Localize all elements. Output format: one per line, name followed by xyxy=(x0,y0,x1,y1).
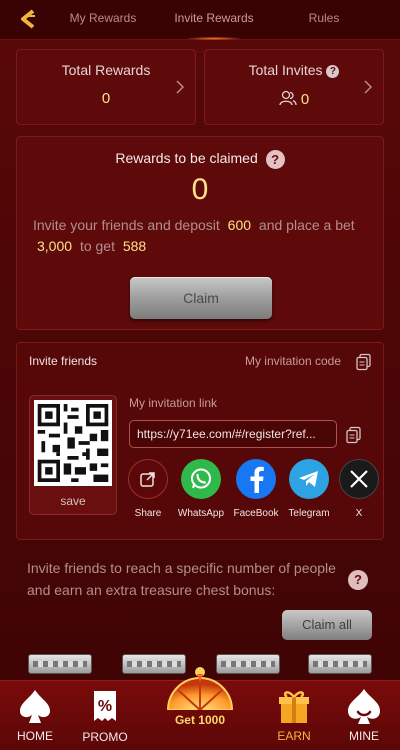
help-icon[interactable]: ? xyxy=(265,150,285,169)
deposit-amount: 600 xyxy=(227,217,252,233)
help-icon[interactable]: ? xyxy=(326,64,340,78)
whatsapp-icon xyxy=(181,459,221,499)
bet-amount: 3,000 xyxy=(37,238,73,254)
total-rewards-card[interactable]: Total Rewards 0 xyxy=(16,49,196,125)
claim-all-button[interactable]: Claim all xyxy=(282,610,372,640)
whatsapp-label: WhatsApp xyxy=(177,508,225,519)
home-spade-icon xyxy=(20,690,50,723)
share-label: Share xyxy=(134,508,162,519)
claim-title-row: Rewards to be claimed ? xyxy=(17,150,383,169)
invite-friends-heading: Invite friends xyxy=(29,354,98,368)
total-invites-title: Total Invites xyxy=(248,62,323,78)
desc-text: and place a bet xyxy=(258,217,355,233)
get-1000-label: Get 1000 xyxy=(174,713,226,727)
total-rewards-value: 0 xyxy=(101,90,111,107)
nav-label: PROMO xyxy=(82,730,128,744)
nav-get-1000[interactable]: Get 1000 xyxy=(152,664,248,750)
x-label: X xyxy=(355,508,363,519)
desc-text: Invite your friends and deposit xyxy=(33,217,220,233)
nav-label: HOME xyxy=(17,729,53,743)
qr-code-box[interactable]: save xyxy=(29,395,117,515)
treasure-chest-icon[interactable] xyxy=(308,654,372,674)
telegram-button[interactable]: Telegram xyxy=(283,459,335,519)
tab-invite-rewards[interactable]: Invite Rewards xyxy=(158,0,270,40)
total-invites-card[interactable]: Total Invites ? 0 xyxy=(204,49,384,125)
total-rewards-title: Total Rewards xyxy=(61,62,151,78)
tab-label: Rules xyxy=(308,11,340,25)
bonus-description: Invite friends to reach a specific numbe… xyxy=(27,560,336,598)
invitation-code-label[interactable]: My invitation code xyxy=(245,354,341,368)
tab-rules[interactable]: Rules xyxy=(294,0,354,40)
share-button[interactable]: Share xyxy=(122,459,174,519)
invite-rewards-page: My Rewards Invite Rewards Rules Total Re… xyxy=(0,0,400,750)
back-icon[interactable] xyxy=(14,6,40,32)
tab-label: My Rewards xyxy=(69,11,137,25)
claim-description: Invite your friends and deposit 600 and … xyxy=(33,215,367,257)
wheel-icon xyxy=(166,667,234,710)
facebook-button[interactable]: FaceBook xyxy=(230,459,282,519)
telegram-icon xyxy=(289,459,329,499)
nav-promo[interactable]: % PROMO xyxy=(65,681,145,750)
active-tab-indicator xyxy=(188,37,240,40)
copy-link-icon[interactable] xyxy=(345,426,363,444)
desc-text: to get xyxy=(79,238,115,254)
invite-friends-card: Invite friends My invitation code save M… xyxy=(16,342,384,540)
total-invites-heading: Total Invites ? xyxy=(205,62,383,78)
promo-percent-icon: % xyxy=(94,691,116,721)
facebook-label: FaceBook xyxy=(233,508,279,519)
qr-save-label[interactable]: save xyxy=(30,494,116,508)
facebook-icon xyxy=(236,459,276,499)
total-invites-value: 0 xyxy=(300,91,310,108)
help-icon[interactable]: ? xyxy=(348,570,368,590)
top-nav: My Rewards Invite Rewards Rules xyxy=(0,0,400,40)
treasure-chest-icon[interactable] xyxy=(28,654,92,674)
gift-icon xyxy=(279,691,309,723)
chevron-right-icon xyxy=(176,80,185,94)
x-icon xyxy=(339,459,379,499)
qr-code-image xyxy=(34,400,112,486)
x-button[interactable]: X xyxy=(333,459,385,519)
claim-title: Rewards to be claimed xyxy=(115,150,258,167)
tab-label: Invite Rewards xyxy=(174,11,254,25)
invitation-link-field[interactable]: https://y71ee.com/#/register?ref... xyxy=(129,420,337,448)
nav-earn[interactable]: EARN xyxy=(254,681,334,750)
chevron-right-icon xyxy=(364,80,373,94)
reward-amount: 588 xyxy=(122,238,147,254)
nav-label: MINE xyxy=(349,729,379,743)
whatsapp-button[interactable]: WhatsApp xyxy=(175,459,227,519)
invitation-link-label: My invitation link xyxy=(129,396,218,410)
total-invites-value-row: 0 xyxy=(205,90,383,108)
telegram-label: Telegram xyxy=(288,508,330,519)
mine-spade-icon xyxy=(348,689,380,724)
nav-label: EARN xyxy=(277,729,311,743)
share-icon xyxy=(128,459,168,499)
claim-button[interactable]: Claim xyxy=(130,277,272,319)
copy-icon[interactable] xyxy=(355,353,373,371)
claim-amount: 0 xyxy=(191,173,209,206)
nav-mine[interactable]: MINE xyxy=(324,681,400,750)
rewards-to-claim-card: Rewards to be claimed ? 0 Invite your fr… xyxy=(16,136,384,330)
nav-home[interactable]: HOME xyxy=(0,681,75,750)
svg-text:%: % xyxy=(98,698,112,715)
users-icon xyxy=(279,90,297,106)
tab-my-rewards[interactable]: My Rewards xyxy=(58,0,148,40)
